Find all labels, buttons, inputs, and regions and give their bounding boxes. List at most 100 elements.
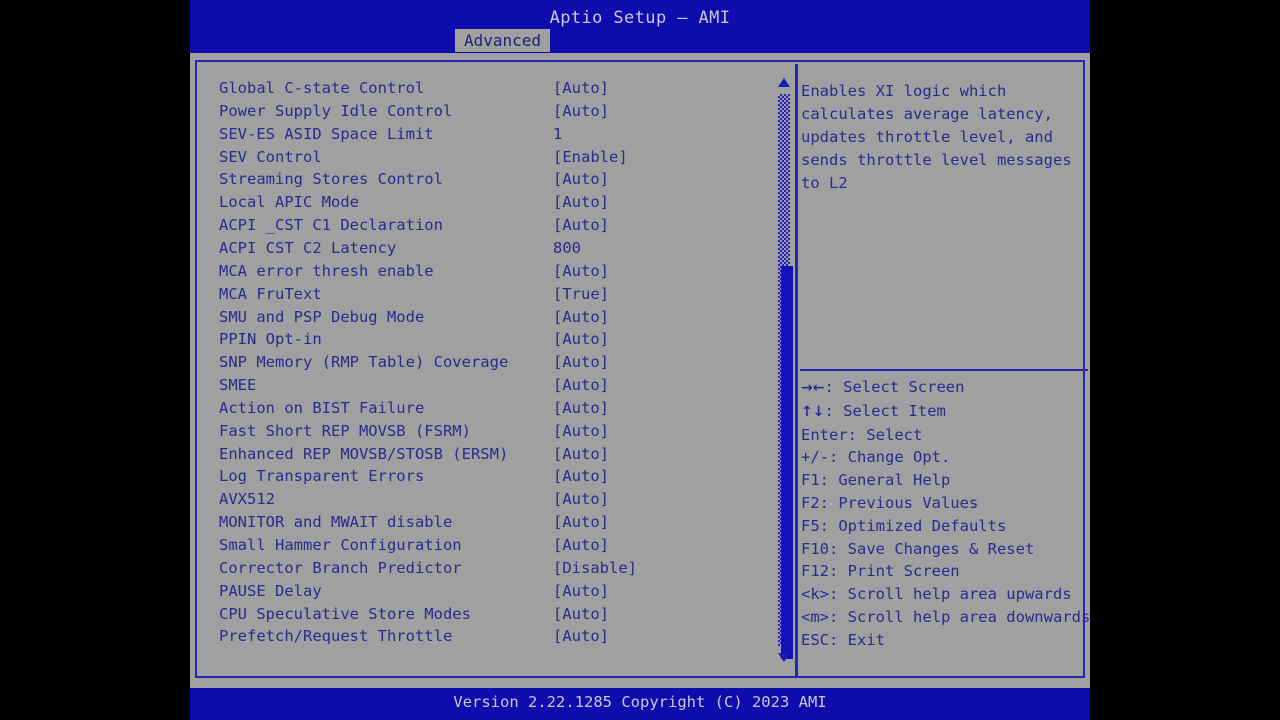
help-description-line: updates throttle level, and [801, 128, 1053, 146]
main-frame: Global C-state Control [Auto] Power Supply… [195, 60, 1091, 678]
tab-advanced[interactable]: Advanced [455, 29, 551, 52]
setting-label: PPIN Opt-in [219, 330, 322, 349]
setting-row[interactable]: Streaming Stores Control [Auto] [197, 168, 777, 191]
help-key-text: : Select Item [824, 401, 946, 420]
setting-value[interactable]: [Auto] [553, 351, 609, 374]
setting-label: Enhanced REP MOVSB/STOSB (ERSM) [219, 444, 509, 463]
setting-value[interactable]: [Auto] [553, 603, 609, 626]
setting-label: Corrector Branch Predictor [219, 558, 462, 577]
setting-row[interactable]: Action on BIST Failure [Auto] [197, 397, 777, 420]
setting-value[interactable]: [Auto] [553, 488, 609, 511]
setting-label: Local APIC Mode [219, 193, 359, 212]
setting-row[interactable]: Enhanced REP MOVSB/STOSB (ERSM) [Auto] [197, 443, 777, 466]
setting-value[interactable]: [Auto] [553, 465, 609, 488]
setting-label: MCA FruText [219, 284, 322, 303]
scrollbar-thumb[interactable] [781, 266, 793, 659]
setting-label: SMEE [219, 376, 257, 395]
help-divider [800, 369, 1088, 371]
setting-value[interactable]: [Auto] [553, 77, 609, 100]
setting-value[interactable]: [Auto] [553, 214, 609, 237]
setting-row[interactable]: CPU Speculative Store Modes [Auto] [197, 603, 777, 626]
help-key-line: F12: Print Screen [801, 562, 960, 581]
scrollbar-track[interactable] [778, 94, 793, 659]
setting-row[interactable]: Power Supply Idle Control [Auto] [197, 100, 777, 123]
footer-bar: Version 2.22.1285 Copyright (C) 2023 AMI [190, 688, 1090, 720]
setting-row[interactable]: SEV-ES ASID Space Limit 1 [197, 123, 777, 146]
setting-row[interactable]: Prefetch/Request Throttle [Auto] [197, 625, 777, 648]
setting-label: Streaming Stores Control [219, 170, 443, 189]
setting-value[interactable]: [Auto] [553, 328, 609, 351]
version-text: Version 2.22.1285 Copyright (C) 2023 AMI [453, 693, 827, 711]
setting-row[interactable]: Small Hammer Configuration [Auto] [197, 534, 777, 557]
arrow-key-icon: →← [801, 380, 825, 396]
settings-list: Global C-state Control [Auto] Power Supply… [197, 62, 793, 676]
setting-value[interactable]: [Auto] [553, 397, 609, 420]
setting-row[interactable]: MONITOR and MWAIT disable [Auto] [197, 511, 777, 534]
help-description-line: to L2 [801, 174, 848, 192]
setting-label: Prefetch/Request Throttle [219, 627, 453, 646]
help-key-line: F10: Save Changes & Reset [801, 539, 1035, 558]
arrow-key-icon: ↑↓ [801, 403, 825, 420]
setting-label: PAUSE Delay [219, 581, 322, 600]
setting-value[interactable]: 800 [553, 237, 581, 260]
setting-value[interactable]: [Auto] [553, 100, 609, 123]
help-key-line: ↑↓: Select Item [801, 400, 1086, 424]
scroll-up-arrow-icon[interactable] [778, 78, 790, 87]
setting-row[interactable]: MCA error thresh enable [Auto] [197, 260, 777, 283]
help-key-line: F5: Optimized Defaults [801, 516, 1007, 535]
setting-row[interactable]: MCA FruText [True] [197, 283, 777, 306]
screen: Aptio Setup – AMI Advanced Global C-stat… [0, 0, 1280, 720]
setting-value[interactable]: [Auto] [553, 580, 609, 603]
setting-row[interactable]: Corrector Branch Predictor [Disable] [197, 557, 777, 580]
setting-row[interactable]: ACPI CST C2 Latency 800 [197, 237, 777, 260]
setting-row[interactable]: SMU and PSP Debug Mode [Auto] [197, 306, 777, 329]
setting-label: Action on BIST Failure [219, 398, 425, 417]
setting-row[interactable]: SMEE [Auto] [197, 374, 777, 397]
settings-scrollbar[interactable] [775, 64, 793, 676]
help-description-line: sends throttle level messages [801, 151, 1072, 169]
help-key-line: <m>: Scroll help area downwards [801, 607, 1091, 626]
setting-row[interactable]: Global C-state Control [Auto] [197, 77, 777, 100]
setting-row[interactable]: Log Transparent Errors [Auto] [197, 465, 777, 488]
setting-label: Power Supply Idle Control [219, 101, 453, 120]
help-key-line: ESC: Exit [801, 630, 885, 649]
setting-value[interactable]: [Auto] [553, 443, 609, 466]
setting-value[interactable]: [Auto] [553, 168, 609, 191]
setting-value[interactable]: [Auto] [553, 625, 609, 648]
setting-label: AVX512 [219, 490, 275, 509]
setting-value[interactable]: [Disable] [553, 557, 637, 580]
setting-value[interactable]: [Auto] [553, 260, 609, 283]
setting-label: Small Hammer Configuration [219, 536, 462, 554]
help-description: Enables XI logic which calculates average… [801, 80, 1083, 195]
title-underline [190, 53, 1090, 60]
setting-value[interactable]: [Enable] [553, 146, 628, 169]
scroll-down-arrow-icon[interactable] [778, 653, 790, 662]
setting-value[interactable]: [Auto] [553, 374, 609, 397]
setting-label: ACPI _CST C1 Declaration [219, 216, 443, 235]
setting-row[interactable]: Fast Short REP MOVSB (FSRM) [Auto] [197, 420, 777, 443]
setting-value[interactable]: [True] [553, 283, 609, 306]
setting-row[interactable]: ACPI _CST C1 Declaration [Auto] [197, 214, 777, 237]
setting-row[interactable]: PAUSE Delay [Auto] [197, 580, 777, 603]
help-key-line: +/-: Change Opt. [801, 448, 951, 467]
setting-label: Log Transparent Errors [219, 467, 425, 486]
help-description-line: Enables XI logic which [801, 82, 1007, 100]
setting-row[interactable]: PPIN Opt-in [Auto] [197, 328, 777, 351]
setting-row[interactable]: AVX512 [Auto] [197, 488, 777, 511]
setting-value[interactable]: [Auto] [553, 511, 609, 534]
setting-value[interactable]: [Auto] [553, 420, 609, 443]
setting-label: MONITOR and MWAIT disable [219, 513, 453, 532]
setting-row[interactable]: Local APIC Mode [Auto] [197, 191, 777, 214]
setting-value[interactable]: [Auto] [553, 306, 609, 329]
setting-value[interactable]: [Auto] [553, 534, 609, 557]
setting-label: SEV-ES ASID Space Limit [219, 124, 434, 143]
setting-row[interactable]: SEV Control [Enable] [197, 146, 777, 169]
setting-row[interactable]: SNP Memory (RMP Table) Coverage [Auto] [197, 351, 777, 374]
setting-value[interactable]: [Auto] [553, 191, 609, 214]
setting-value[interactable]: 1 [553, 123, 562, 146]
help-panel: Enables XI logic which calculates average… [798, 62, 1091, 676]
help-key-legend: →←: Select Screen ↑↓: Select Item Enter: S… [801, 376, 1091, 652]
setting-label: Fast Short REP MOVSB (FSRM) [219, 421, 471, 440]
help-key-line: Enter: Select [801, 425, 923, 444]
setting-label: SMU and PSP Debug Mode [219, 307, 425, 326]
